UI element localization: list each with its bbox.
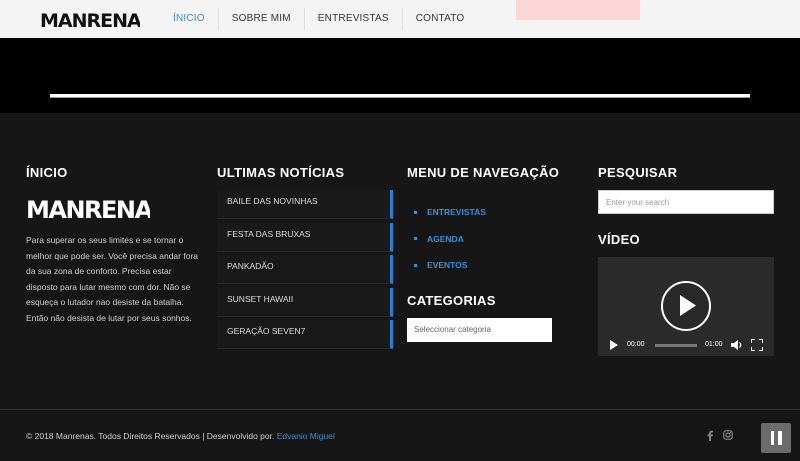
hero-section [0,38,800,113]
bullet-icon [414,263,417,267]
news-item[interactable]: GERAÇÃO SEVEN7 [217,320,393,349]
background-banner-shape [516,0,640,20]
menu-item-eventos[interactable]: EVENTOS [414,252,486,279]
big-play-button[interactable] [661,281,711,331]
copyright-bar: © 2018 Manrenas. Todos Direitos Reservad… [0,409,800,461]
news-list: BAILE DAS NOVINHAS FESTA DAS BRUXAS PANK… [217,190,393,353]
volume-icon[interactable] [731,340,743,350]
search-input[interactable]: Enter your search [598,190,774,214]
footer-title-video: VÍDEO [598,232,640,247]
play-icon[interactable] [609,340,619,350]
nav-item-inicio[interactable]: ÍNICIO [160,7,218,31]
main-nav: ÍNICIO SOBRE MIM ENTREVISTAS CONTATO [160,0,477,38]
pause-icon [778,431,782,445]
footer-menu: ENTREVISTAS AGENDA EVENTOS [414,199,486,279]
nav-item-sobre-mim[interactable]: SOBRE MIM [219,7,304,31]
play-icon [680,295,696,316]
top-navbar: MANRENAS ÍNICIO SOBRE MIM ENTREVISTAS CO… [0,0,800,38]
facebook-icon[interactable] [706,430,714,441]
news-item[interactable]: SUNSET HAWAII [217,287,393,317]
copyright-text: © 2018 Manrenas. Todos Direitos Reservad… [26,431,335,441]
nav-item-entrevistas[interactable]: ENTREVISTAS [305,7,402,31]
news-item[interactable]: BAILE DAS NOVINHAS [217,190,393,219]
developer-link[interactable]: Edvanio Miguel [277,431,335,441]
menu-item-entrevistas[interactable]: ENTREVISTAS [414,199,486,226]
footer-title-categorias: CATEGORIAS [407,293,496,308]
video-duration: 01:00 [705,341,723,348]
bullet-icon [414,210,417,214]
nav-item-contato[interactable]: CONTATO [403,7,478,31]
category-select[interactable]: Seleccionar categoria [407,318,552,342]
news-item[interactable]: FESTA DAS BRUXAS [217,222,393,252]
video-controls: 00:00 01:00 [598,334,774,356]
site-logo[interactable]: MANRENAS [40,9,140,31]
audio-pause-button[interactable] [761,423,791,453]
menu-item-label: ENTREVISTAS [427,207,486,218]
footer: ÍNICIO MANRENAS Para superar os seus lim… [0,113,800,409]
svg-text:MANRENAS: MANRENAS [26,196,150,223]
bullet-icon [414,237,417,241]
footer-about-text: Para superar os seus limites e se tornar… [26,235,198,323]
hero-divider [50,94,750,98]
video-current-time: 00:00 [627,341,645,348]
fullscreen-icon[interactable] [751,339,763,351]
menu-item-label: AGENDA [427,233,464,244]
menu-item-label: EVENTOS [427,260,468,271]
footer-title-inicio: ÍNICIO [26,165,68,180]
menu-item-agenda[interactable]: AGENDA [414,226,486,253]
video-player[interactable]: 00:00 01:00 [598,257,774,356]
footer-logo: MANRENAS [26,196,150,223]
video-progress-bar[interactable] [655,344,697,347]
footer-title-pesquisar: PESQUISAR [598,165,678,180]
footer-title-menu: MENU DE NAVEGAÇÃO [407,165,560,180]
instagram-icon[interactable] [723,430,733,440]
footer-title-noticias: ULTIMAS NOTÍCIAS [217,165,345,180]
copyright-label: © 2018 Manrenas. Todos Direitos Reservad… [26,431,275,441]
pause-icon [770,431,774,445]
svg-text:MANRENAS: MANRENAS [40,10,140,31]
news-item[interactable]: PANKADÃO [217,255,393,284]
